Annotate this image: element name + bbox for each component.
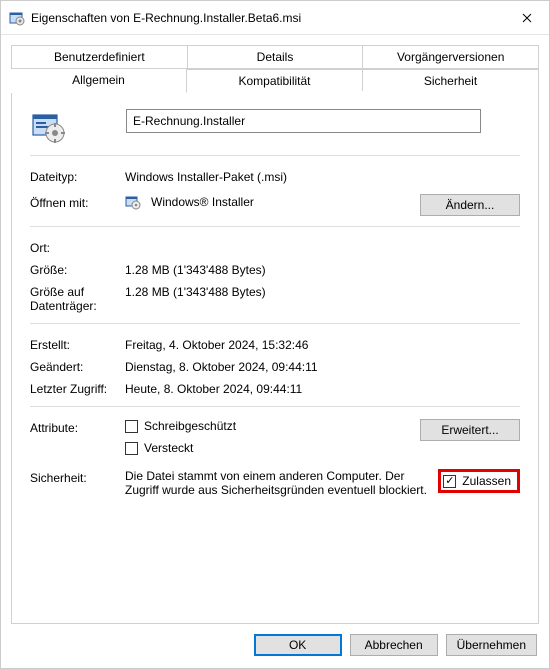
label-size-on-disk: Größe auf Datenträger:	[30, 283, 125, 313]
checkbox-readonly[interactable]: Schreibgeschützt	[125, 419, 420, 433]
dialog-footer: OK Abbrechen Übernehmen	[1, 624, 549, 668]
separator	[30, 226, 520, 227]
value-openwith: Windows® Installer	[151, 195, 254, 209]
label-accessed: Letzter Zugriff:	[30, 380, 125, 396]
security-text: Die Datei stammt von einem anderen Compu…	[125, 469, 438, 497]
apply-button[interactable]: Übernehmen	[446, 634, 537, 656]
general-panel: Dateityp: Windows Installer-Paket (.msi)…	[11, 91, 539, 624]
checkbox-checked-icon	[443, 475, 456, 488]
ok-button[interactable]: OK	[254, 634, 342, 656]
label-created: Erstellt:	[30, 336, 125, 352]
checkbox-icon	[125, 442, 138, 455]
separator	[30, 323, 520, 324]
tab-general[interactable]: Allgemein	[11, 69, 187, 93]
value-filetype: Windows Installer-Paket (.msi)	[125, 168, 520, 184]
checkbox-readonly-label: Schreibgeschützt	[144, 419, 236, 433]
value-accessed: Heute, 8. Oktober 2024, 09:44:11	[125, 380, 520, 396]
label-openwith: Öffnen mit:	[30, 194, 125, 210]
separator	[30, 155, 520, 156]
file-type-icon	[30, 109, 66, 145]
label-size: Größe:	[30, 261, 125, 277]
tab-user-defined[interactable]: Benutzerdefiniert	[11, 45, 188, 69]
tab-compatibility[interactable]: Kompatibilität	[187, 69, 363, 92]
label-modified: Geändert:	[30, 358, 125, 374]
value-size-on-disk: 1.28 MB (1'343'488 Bytes)	[125, 283, 520, 299]
value-location	[125, 239, 520, 241]
close-button[interactable]	[504, 2, 549, 34]
file-name-input[interactable]	[126, 109, 481, 133]
advanced-button[interactable]: Erweitert...	[420, 419, 520, 441]
label-location: Ort:	[30, 239, 125, 255]
checkbox-hidden-label: Versteckt	[144, 441, 193, 455]
value-size: 1.28 MB (1'343'488 Bytes)	[125, 261, 520, 277]
label-attributes: Attribute:	[30, 419, 125, 435]
tab-details[interactable]: Details	[188, 45, 364, 69]
label-security: Sicherheit:	[30, 469, 125, 485]
value-created: Freitag, 4. Oktober 2024, 15:32:46	[125, 336, 520, 352]
installer-small-icon	[125, 194, 141, 210]
label-filetype: Dateityp:	[30, 168, 125, 184]
cancel-button[interactable]: Abbrechen	[350, 634, 438, 656]
checkbox-unblock[interactable]: Zulassen	[443, 474, 511, 488]
checkbox-icon	[125, 420, 138, 433]
checkbox-unblock-label: Zulassen	[462, 474, 511, 488]
value-modified: Dienstag, 8. Oktober 2024, 09:44:11	[125, 358, 520, 374]
separator	[30, 406, 520, 407]
unblock-highlight: Zulassen	[438, 469, 520, 493]
titlebar: Eigenschaften von E-Rechnung.Installer.B…	[1, 1, 549, 35]
installer-icon	[9, 10, 25, 26]
properties-dialog: Eigenschaften von E-Rechnung.Installer.B…	[0, 0, 550, 669]
change-button[interactable]: Ändern...	[420, 194, 520, 216]
tab-row-2: Allgemein Kompatibilität Sicherheit	[11, 69, 539, 92]
tab-row-1: Benutzerdefiniert Details Vorgängerversi…	[11, 45, 539, 69]
tab-previous-versions[interactable]: Vorgängerversionen	[363, 45, 539, 69]
checkbox-hidden[interactable]: Versteckt	[125, 441, 420, 455]
window-title: Eigenschaften von E-Rechnung.Installer.B…	[31, 11, 504, 25]
tab-security[interactable]: Sicherheit	[363, 69, 539, 92]
